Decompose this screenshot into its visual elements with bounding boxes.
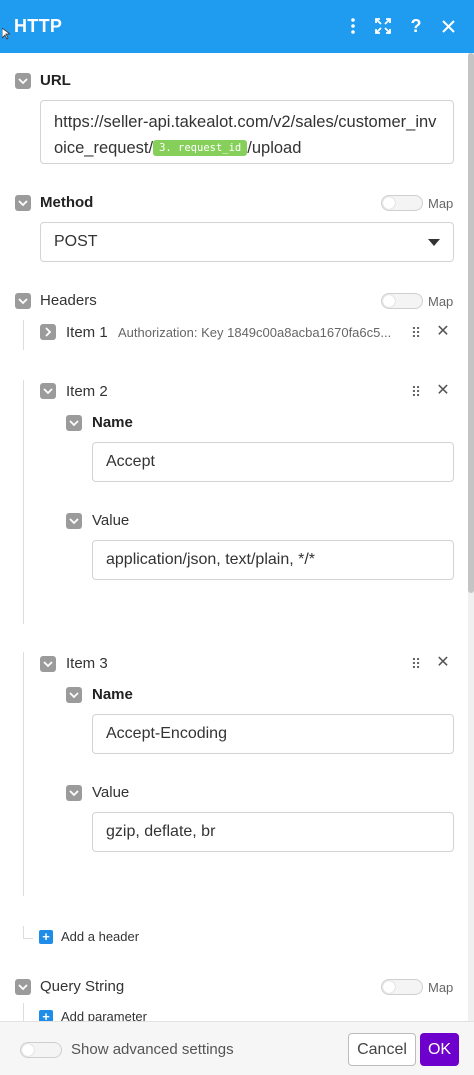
item-3-value-value: gzip, deflate, br — [106, 823, 216, 840]
chevron-down-icon — [69, 789, 79, 796]
tree-line — [23, 938, 33, 939]
item-2-value-checkbox[interactable] — [66, 513, 82, 529]
query-string-collapse-checkbox[interactable] — [15, 979, 31, 995]
item-1-summary: Authorization: Key 1849c00a8acba1670fa6c… — [118, 325, 392, 340]
chevron-down-icon — [69, 517, 79, 524]
expand-icon[interactable] — [371, 14, 395, 38]
title-bar: HTTP ? — [0, 0, 474, 53]
method-select-value: POST — [54, 233, 98, 250]
plus-icon: + — [39, 929, 53, 944]
add-header-button[interactable]: + Add a header — [39, 929, 139, 944]
chevron-down-icon — [18, 199, 28, 206]
headers-collapse-checkbox[interactable] — [15, 293, 31, 309]
item-3-name-input[interactable]: Accept-Encoding — [92, 714, 454, 754]
item-2-value-value: application/json, text/plain, */* — [106, 551, 316, 568]
scrollbar-thumb[interactable] — [468, 53, 474, 593]
query-string-map-toggle[interactable] — [381, 979, 423, 995]
query-string-map-label: Map — [428, 980, 454, 995]
method-label: Method — [40, 194, 94, 211]
item-2-name-checkbox[interactable] — [66, 415, 82, 431]
dropdown-arrow-icon — [428, 239, 440, 246]
item-1-label: Item 1 — [66, 324, 108, 341]
add-header-label: Add a header — [61, 929, 140, 944]
dialog-footer: Show advanced settings Cancel OK — [0, 1021, 474, 1075]
item-3-collapse-checkbox[interactable] — [40, 656, 56, 672]
chevron-down-icon — [18, 983, 28, 990]
tree-line — [23, 652, 24, 896]
item-2-collapse-checkbox[interactable] — [40, 383, 56, 399]
item-3-value-checkbox[interactable] — [66, 785, 82, 801]
item-2-remove-icon[interactable]: ✕ — [435, 383, 451, 399]
item-1-remove-icon[interactable]: ✕ — [435, 324, 451, 340]
item-2-value-label: Value — [92, 512, 130, 529]
ok-button[interactable]: OK — [420, 1033, 459, 1066]
item-1-drag-handle-icon[interactable]: ⠿ — [409, 325, 423, 341]
item-1-expand-button[interactable] — [40, 324, 56, 340]
item-2-name-value: Accept — [106, 453, 155, 470]
chevron-down-icon — [69, 419, 79, 426]
item-2-value-input[interactable]: application/json, text/plain, */* — [92, 540, 454, 580]
tree-line — [23, 926, 24, 938]
chevron-down-icon — [43, 660, 53, 667]
chevron-right-icon — [44, 327, 51, 337]
item-3-label: Item 3 — [66, 655, 108, 672]
chevron-down-icon — [18, 77, 28, 84]
item-3-drag-handle-icon[interactable]: ⠿ — [409, 656, 423, 672]
close-icon[interactable] — [436, 14, 460, 38]
headers-map-toggle[interactable] — [381, 293, 423, 309]
item-2-label: Item 2 — [66, 383, 108, 400]
headers-map-label: Map — [428, 294, 454, 309]
advanced-settings-label: Show advanced settings — [71, 1041, 234, 1058]
help-icon[interactable]: ? — [404, 14, 428, 38]
item-3-value-label: Value — [92, 784, 130, 801]
query-string-label: Query String — [40, 978, 125, 995]
item-3-value-input[interactable]: gzip, deflate, br — [92, 812, 454, 852]
url-token-request-id[interactable]: 3. request_id — [153, 140, 248, 156]
advanced-settings-toggle[interactable] — [20, 1042, 62, 1058]
item-3-remove-icon[interactable]: ✕ — [435, 655, 451, 671]
url-input[interactable]: https://seller-api.takealot.com/v2/sales… — [40, 100, 454, 164]
headers-label: Headers — [40, 292, 97, 309]
url-label: URL — [40, 72, 71, 89]
url-collapse-checkbox[interactable] — [15, 73, 31, 89]
mouse-cursor-icon — [2, 28, 10, 40]
item-3-name-value: Accept-Encoding — [106, 725, 227, 742]
more-options-icon[interactable] — [341, 14, 365, 38]
item-2-name-label: Name — [92, 414, 133, 431]
chevron-down-icon — [69, 691, 79, 698]
chevron-down-icon — [43, 387, 53, 394]
tree-line — [23, 380, 24, 624]
item-2-name-input[interactable]: Accept — [92, 442, 454, 482]
item-2-drag-handle-icon[interactable]: ⠿ — [409, 384, 423, 400]
tree-line — [23, 1003, 24, 1021]
method-select[interactable]: POST — [40, 222, 454, 262]
item-3-name-label: Name — [92, 686, 133, 703]
cancel-button[interactable]: Cancel — [348, 1033, 416, 1066]
method-collapse-checkbox[interactable] — [15, 195, 31, 211]
method-map-label: Map — [428, 196, 454, 211]
item-3-name-checkbox[interactable] — [66, 687, 82, 703]
method-map-toggle[interactable] — [381, 195, 423, 211]
chevron-down-icon — [18, 297, 28, 304]
tree-line — [23, 320, 24, 350]
window-title: HTTP — [14, 16, 63, 36]
url-text-after: /upload — [247, 139, 302, 157]
